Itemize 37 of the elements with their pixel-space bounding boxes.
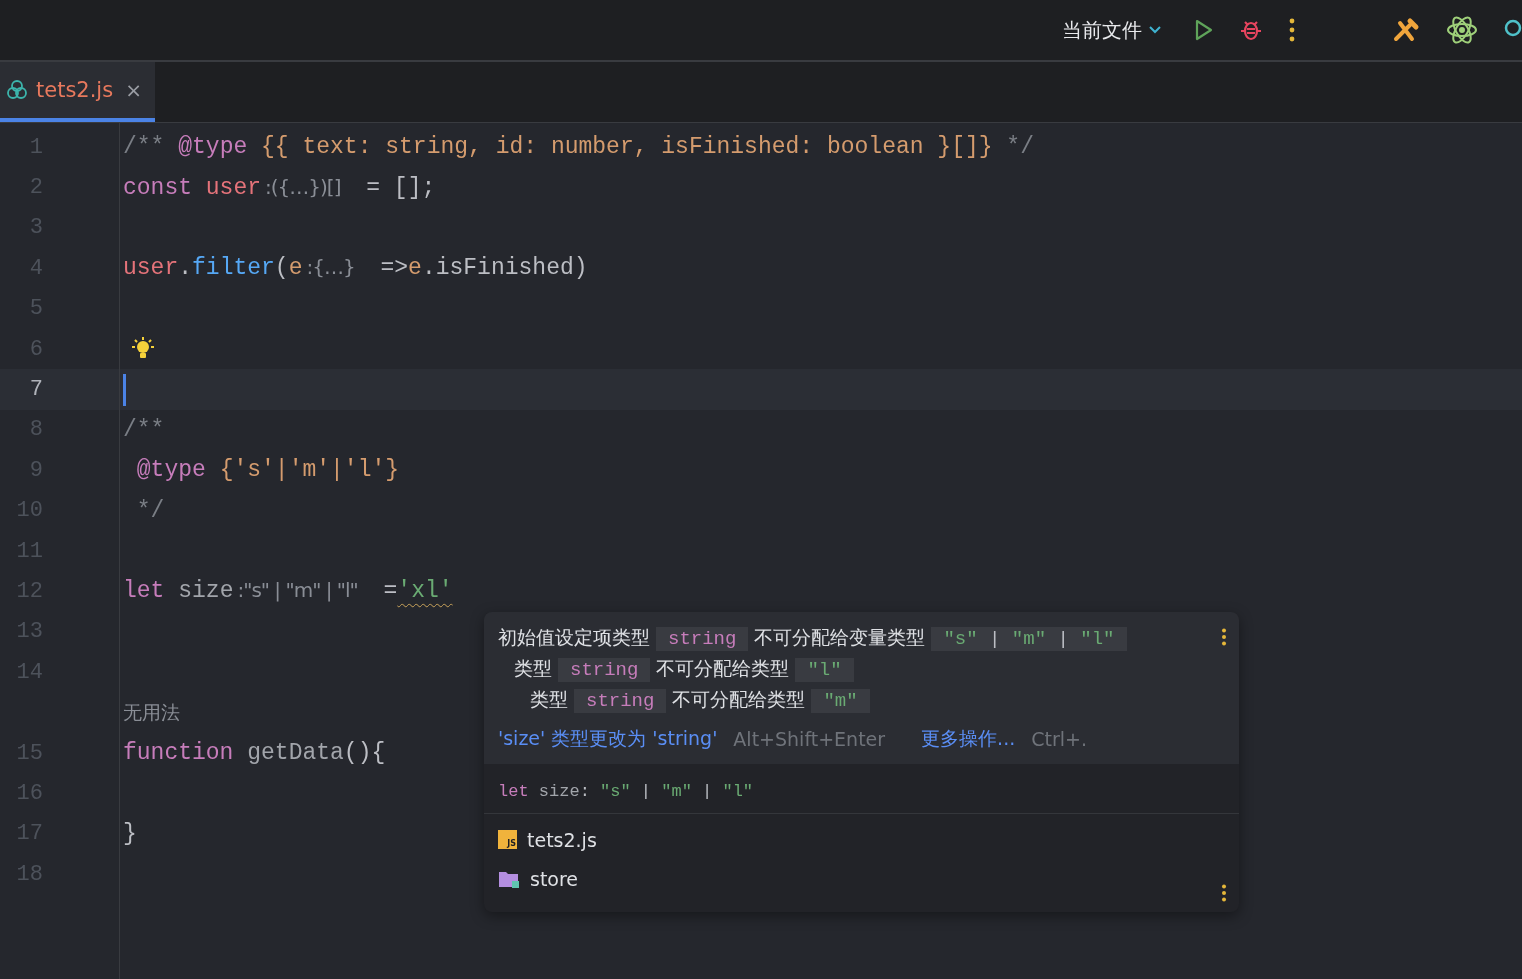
bug-icon[interactable]	[1240, 18, 1262, 42]
tab-label: tets2.js	[36, 78, 114, 102]
code-line: function getData(){	[123, 740, 386, 767]
code-line: /**	[123, 416, 165, 443]
location-label[interactable]: tets2.js	[527, 828, 597, 851]
more-options-icon[interactable]	[1221, 884, 1227, 902]
more-options-icon[interactable]	[1288, 18, 1296, 42]
line-number: 7	[29, 377, 43, 403]
error-message: 类型 string 不可分配给类型 "m"	[498, 685, 1225, 716]
more-options-icon[interactable]	[1221, 628, 1227, 646]
code-line: }	[123, 820, 137, 847]
code-line: let size :"s" | "m" | "l" ='xl'	[123, 578, 453, 605]
atom-icon[interactable]	[1446, 15, 1478, 45]
chevron-down-icon	[1148, 25, 1162, 35]
error-message: 初始值设定项类型 string 不可分配给变量类型 "s" | "m" | "l"	[498, 623, 1225, 654]
file-tab[interactable]: tets2.js ×	[0, 62, 155, 122]
text-caret	[123, 373, 126, 406]
code-line: /** @type {{ text: string, id: number, isFinished: boolean }[]} */	[123, 134, 1034, 161]
quick-fix-link[interactable]: 更多操作...	[921, 726, 1016, 752]
usage-hint[interactable]: 无用法	[123, 699, 180, 726]
close-button[interactable]: ×	[125, 78, 142, 102]
error-message: 类型 string 不可分配给类型 "l"	[498, 654, 1225, 685]
code-line: const user :({…})[] = [];	[123, 174, 436, 201]
run-configuration-dropdown[interactable]: 当前文件	[1058, 12, 1166, 48]
location-label[interactable]: store	[530, 867, 579, 890]
code-line: user.filter(e :{…} =>e.isFinished)	[123, 255, 588, 282]
shortcut-hint: Ctrl+.	[1031, 728, 1087, 750]
js-file-icon: JS	[498, 830, 517, 849]
code-line: */	[135, 497, 165, 524]
declaration-signature: let size: "s" | "m" | "l"	[484, 764, 1239, 814]
quick-fix-link[interactable]: 'size' 类型更改为 'string'	[498, 726, 718, 752]
warning-underline: 'xl'	[397, 578, 453, 605]
tools-icon[interactable]	[1392, 17, 1420, 43]
code-line: @type {'s'|'m'|'l'}	[135, 457, 400, 484]
shortcut-hint: Alt+Shift+Enter	[733, 728, 886, 750]
run-icon[interactable]	[1194, 19, 1214, 41]
interlocked-rings-icon	[6, 79, 28, 101]
